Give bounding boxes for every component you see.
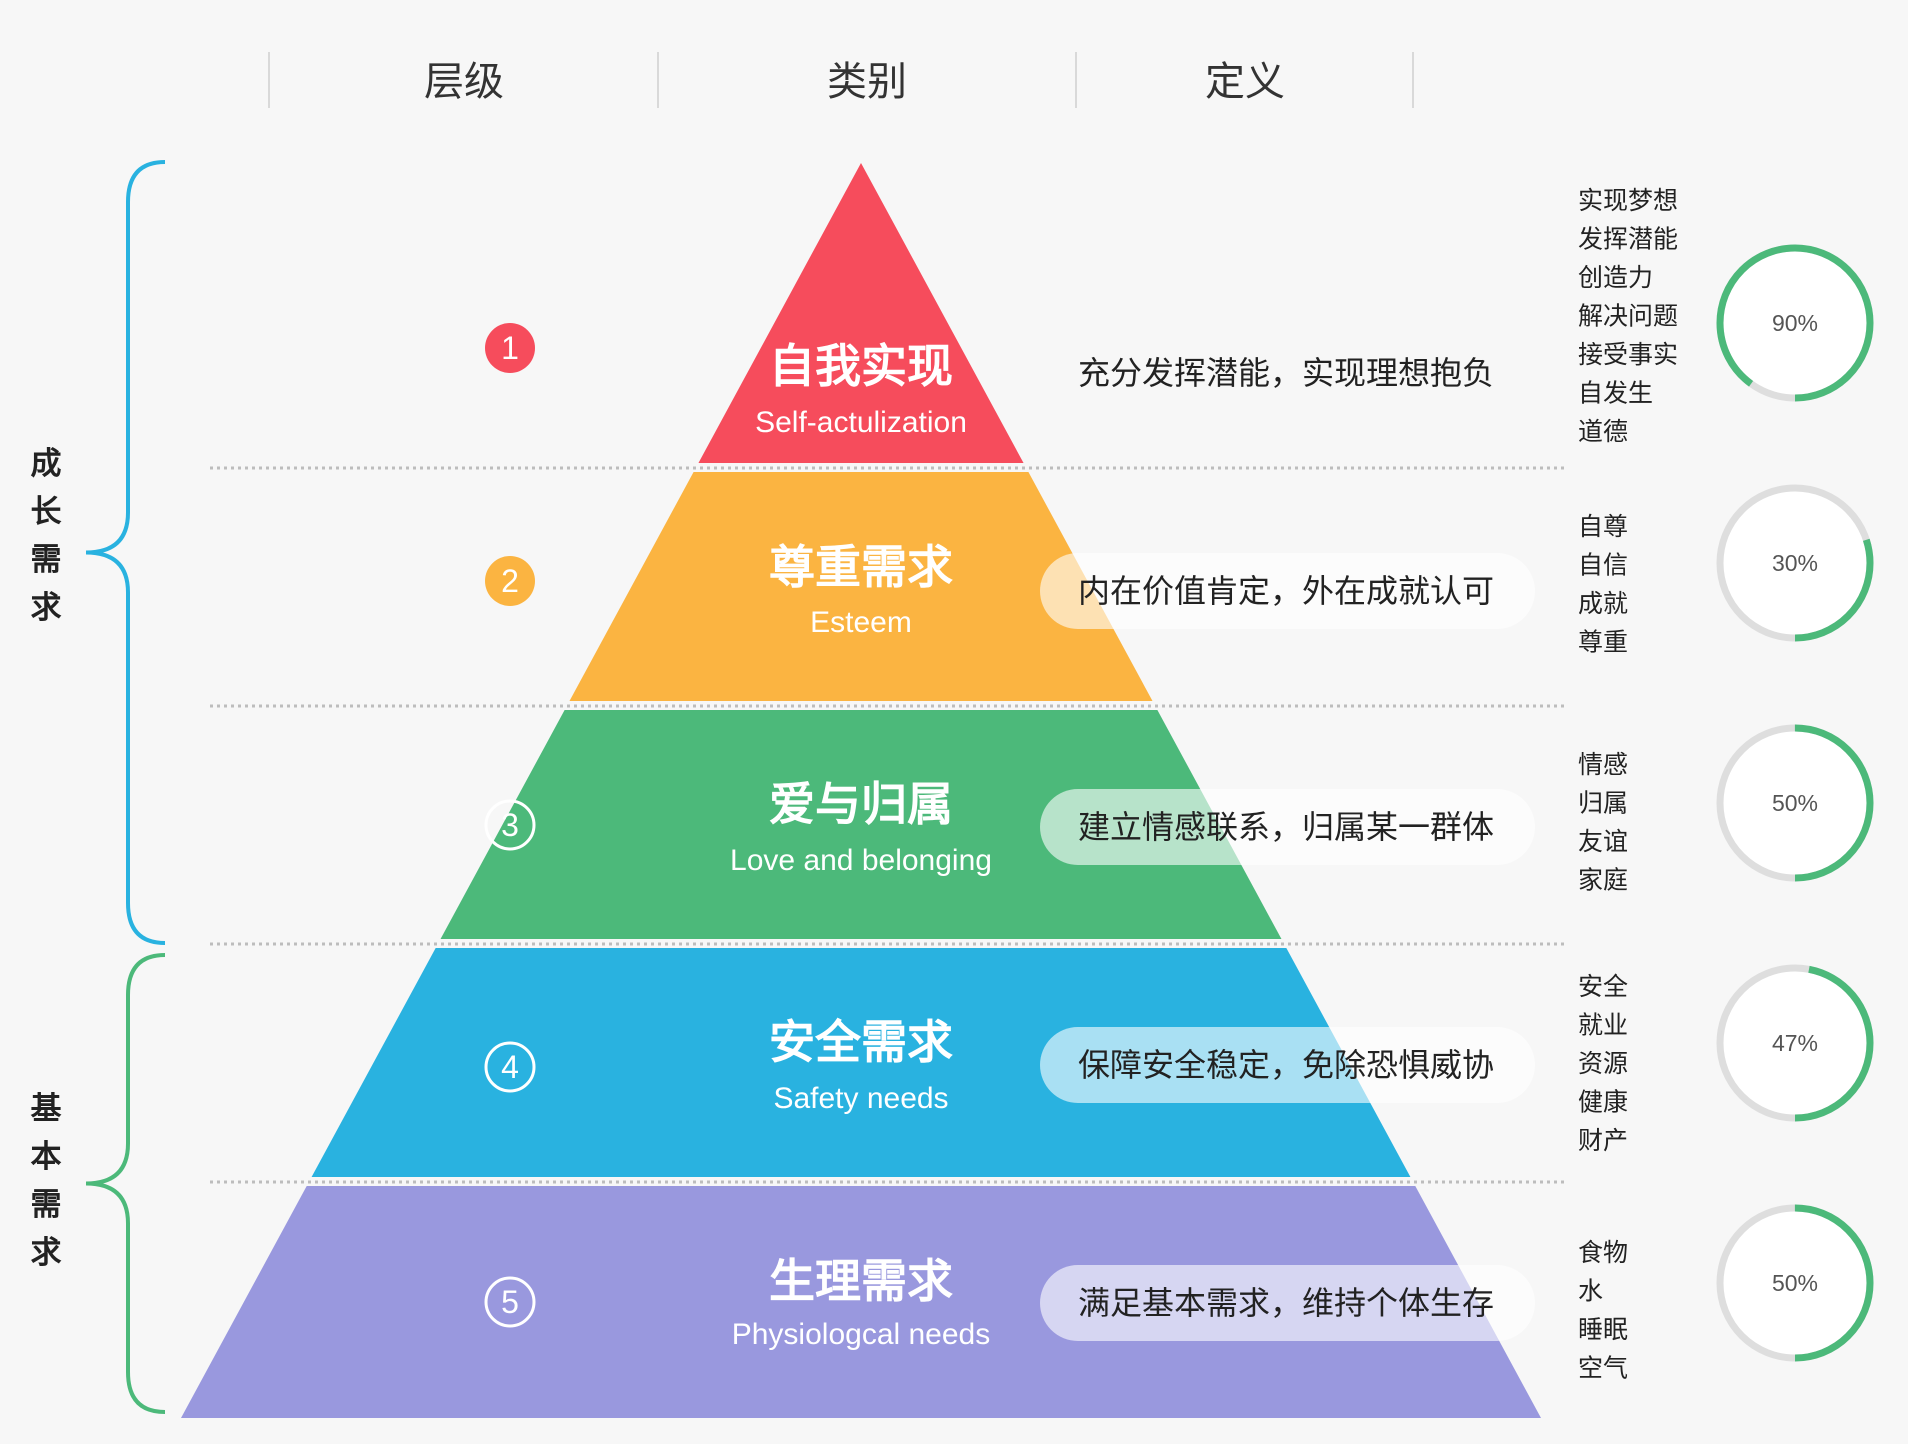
keyword-item: 就业: [1578, 1011, 1628, 1040]
progress-percent: 50%: [1772, 1270, 1818, 1296]
tier-title-cn: 爱与归属: [769, 777, 953, 831]
keyword-item: 自尊: [1578, 512, 1628, 541]
keyword-item: 发挥潜能: [1578, 225, 1678, 254]
keyword-item: 尊重: [1578, 628, 1628, 657]
tier-title-en: Love and belonging: [730, 844, 992, 877]
tier-title-en: Physiologcal needs: [732, 1318, 991, 1351]
keyword-item: 食物: [1578, 1238, 1628, 1267]
definition-text: 建立情感联系，归属某一群体: [1078, 808, 1494, 846]
keyword-item: 睡眠: [1578, 1315, 1628, 1344]
keyword-item: 家庭: [1578, 866, 1628, 895]
tier-title-en: Safety needs: [773, 1082, 948, 1115]
definition-text: 充分发挥潜能，实现理想抱负: [1078, 354, 1494, 392]
level-number: 1: [501, 330, 519, 366]
tier-title-cn: 安全需求: [769, 1015, 953, 1069]
keyword-item: 解决问题: [1578, 302, 1678, 331]
keyword-item: 归属: [1578, 789, 1628, 818]
progress-percent: 90%: [1772, 310, 1818, 336]
keyword-item: 自信: [1578, 551, 1628, 580]
keyword-item: 健康: [1578, 1088, 1628, 1117]
keyword-item: 接受事实: [1578, 340, 1678, 369]
keyword-item: 创造力: [1578, 263, 1653, 292]
keyword-item: 空气: [1578, 1354, 1628, 1383]
tier-title-cn: 生理需求: [769, 1254, 953, 1308]
keyword-item: 水: [1578, 1277, 1603, 1306]
keyword-item: 友谊: [1578, 827, 1628, 856]
keyword-item: 安全: [1578, 972, 1628, 1001]
keyword-item: 道德: [1578, 417, 1628, 446]
progress-percent: 47%: [1772, 1030, 1818, 1056]
tier-title-cn: 自我实现: [769, 339, 953, 393]
keyword-item: 成就: [1578, 589, 1628, 618]
pyramid-svg: 自我实现 Self-actulization 1 充分发挥潜能，实现理想抱负 实现梦想发…: [85, 160, 1874, 1418]
definition-text: 内在价值肯定，外在成就认可: [1078, 572, 1494, 610]
level-number: 4: [501, 1049, 519, 1085]
keyword-item: 财产: [1578, 1126, 1628, 1155]
keyword-item: 情感: [1578, 750, 1628, 779]
progress-percent: 50%: [1772, 790, 1818, 816]
tier-title-cn: 尊重需求: [769, 540, 953, 594]
definition-text: 满足基本需求，维持个体生存: [1078, 1284, 1494, 1322]
tier-title-en: Esteem: [810, 606, 912, 639]
level-number: 2: [501, 563, 519, 599]
keyword-item: 实现梦想: [1578, 186, 1678, 215]
tier-title-en: Self-actulization: [755, 406, 967, 439]
maslow-hierarchy-diagram: 层级 类别 定义 成长需求 基本需求 自我实现 Self-actulization…: [0, 0, 1908, 1444]
level-number: 3: [501, 807, 519, 843]
level-number: 5: [501, 1284, 519, 1320]
keyword-item: 自发生: [1578, 379, 1653, 408]
progress-percent: 30%: [1772, 550, 1818, 576]
growth-needs-brace: [85, 160, 166, 945]
basic-needs-brace: [85, 953, 166, 1414]
keyword-item: 资源: [1578, 1049, 1628, 1078]
definition-text: 保障安全稳定，免除恐惧威协: [1078, 1046, 1494, 1084]
